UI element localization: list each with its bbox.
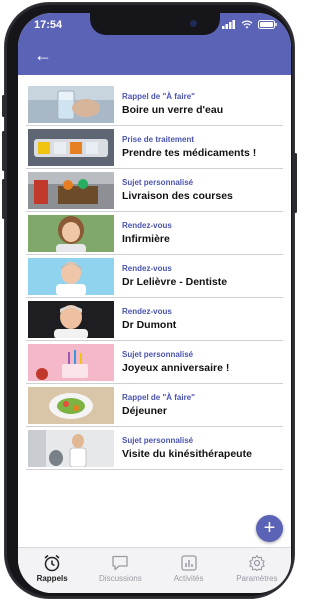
dentist-portrait-photo	[28, 257, 114, 295]
reminder-category: Rendez-vous	[122, 263, 172, 273]
doctor-portrait-photo	[28, 300, 114, 338]
tab-discussions[interactable]: Discussions	[86, 548, 154, 593]
front-camera	[190, 20, 197, 27]
reminder-category: Rappel de "À faire"	[122, 392, 195, 402]
notch	[90, 13, 220, 35]
tab-activites[interactable]: Activités	[155, 548, 223, 593]
mute-switch	[2, 95, 5, 117]
list-item[interactable]: Sujet personnalisé Visite du kinésithéra…	[26, 427, 283, 470]
reminder-title: Livraison des courses	[122, 189, 233, 202]
list-item[interactable]: Rendez-vous Infirmière	[26, 212, 283, 255]
list-item[interactable]: Prise de traitement Prendre tes médicame…	[26, 126, 283, 169]
app-screen: 17:54 ← Rappel de "À faire" Boire un ver…	[18, 13, 291, 593]
reminder-title: Visite du kinésithérapeute	[122, 447, 252, 460]
bar-chart-icon	[180, 555, 197, 571]
reminder-category: Rendez-vous	[122, 306, 172, 316]
battery-icon	[258, 20, 277, 29]
chat-bubble-icon	[112, 555, 129, 571]
tab-label: Discussions	[99, 574, 142, 583]
reminder-title: Boire un verre d'eau	[122, 103, 224, 116]
grocery-delivery-photo	[28, 171, 114, 209]
reminder-list: Rappel de "À faire" Boire un verre d'eau…	[26, 83, 283, 470]
alarm-clock-icon	[44, 554, 60, 572]
list-item[interactable]: Rappel de "À faire" Déjeuner	[26, 384, 283, 427]
reminder-category: Sujet personnalisé	[122, 435, 194, 445]
list-item[interactable]: Rendez-vous Dr Lelièvre - Dentiste	[26, 255, 283, 298]
status-icons	[222, 20, 277, 29]
reminder-category: Sujet personnalisé	[122, 177, 194, 187]
glass-of-water-photo	[28, 85, 114, 123]
bottom-tab-bar: Rappels Discussions Activités Paramètres	[18, 547, 291, 593]
reminder-title: Prendre tes médicaments !	[122, 146, 257, 159]
back-arrow-icon[interactable]: ←	[34, 46, 52, 64]
tab-label: Activités	[173, 574, 204, 583]
nurse-portrait-photo	[28, 214, 114, 252]
reminder-category: Rappel de "À faire"	[122, 91, 195, 101]
reminder-title: Dr Dumont	[122, 318, 177, 331]
physiotherapist-photo	[28, 429, 114, 467]
tab-label: Paramètres	[236, 574, 278, 583]
reminder-title: Infirmière	[122, 232, 170, 245]
app-header: 17:54 ←	[18, 13, 291, 75]
status-time: 17:54	[34, 19, 63, 31]
tab-parametres[interactable]: Paramètres	[223, 548, 291, 593]
reminder-category: Rendez-vous	[122, 220, 172, 230]
reminder-title: Déjeuner	[122, 404, 167, 417]
reminder-category: Prise de traitement	[122, 134, 195, 144]
wifi-icon	[241, 20, 253, 29]
plus-icon: +	[263, 517, 276, 539]
reminder-title: Joyeux anniversaire !	[122, 361, 230, 374]
lunch-plate-photo	[28, 386, 114, 424]
tab-label: Rappels	[36, 574, 68, 583]
signal-icon	[222, 20, 235, 29]
list-item[interactable]: Sujet personnalisé Livraison des courses	[26, 169, 283, 212]
phone-frame: 17:54 ← Rappel de "À faire" Boire un ver…	[2, 3, 297, 598]
gear-icon	[249, 554, 265, 572]
reminder-category: Sujet personnalisé	[122, 349, 194, 359]
birthday-cake-photo	[28, 343, 114, 381]
reminder-title: Dr Lelièvre - Dentiste	[122, 275, 228, 288]
tab-rappels[interactable]: Rappels	[18, 548, 86, 593]
list-item[interactable]: Rappel de "À faire" Boire un verre d'eau	[26, 83, 283, 126]
pill-organizer-photo	[28, 128, 114, 166]
volume-up-button	[2, 131, 5, 171]
list-item[interactable]: Rendez-vous Dr Dumont	[26, 298, 283, 341]
list-item[interactable]: Sujet personnalisé Joyeux anniversaire !	[26, 341, 283, 384]
add-reminder-button[interactable]: +	[256, 515, 283, 542]
volume-down-button	[2, 179, 5, 219]
power-button	[294, 153, 297, 213]
